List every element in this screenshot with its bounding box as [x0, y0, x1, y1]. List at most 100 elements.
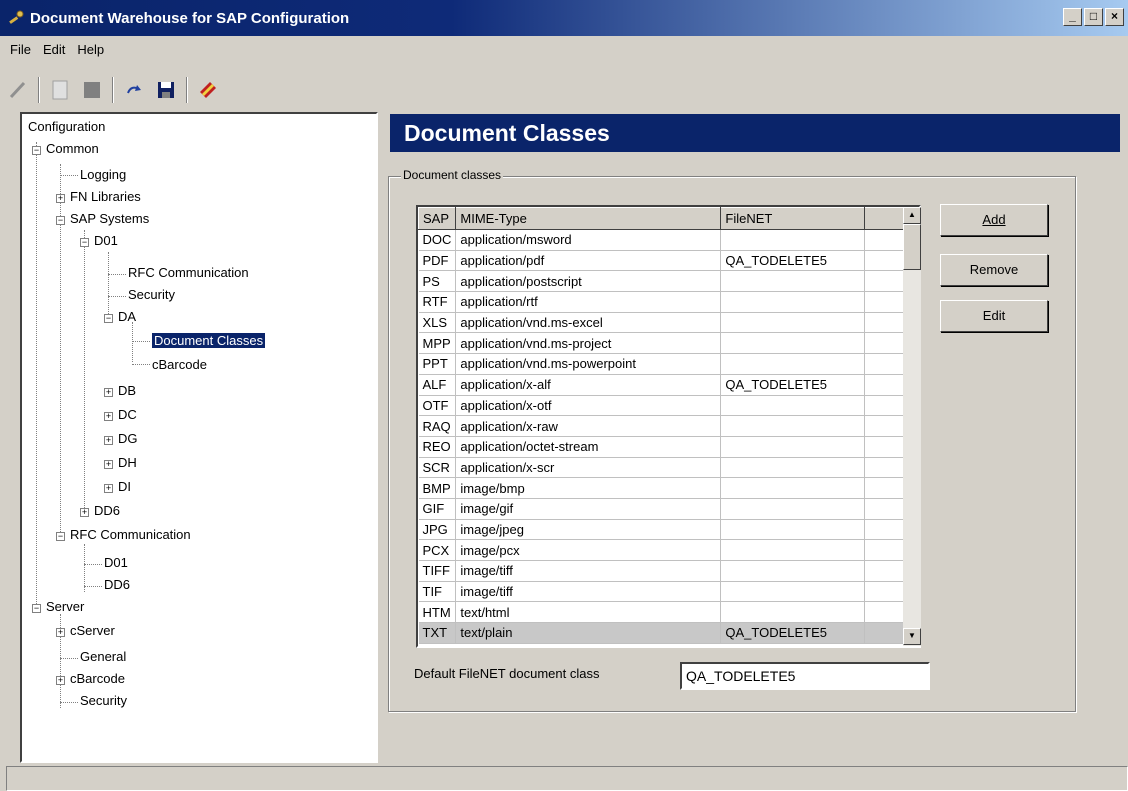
table-row[interactable]: BMP image/bmp — [418, 477, 906, 499]
expand-toggle[interactable]: + — [104, 484, 113, 493]
cell-mime-type[interactable]: application/postscript — [455, 270, 722, 293]
column-header-mime-type[interactable]: MIME-Type — [455, 207, 722, 230]
menu-help[interactable]: Help — [77, 42, 104, 64]
cell-sap[interactable]: ALF — [418, 374, 457, 396]
scroll-thumb[interactable] — [903, 224, 921, 270]
cell-sap[interactable]: XLS — [418, 312, 457, 334]
tree-node-da[interactable]: DA — [118, 306, 136, 328]
cell-filenet[interactable] — [720, 291, 866, 313]
tree-node-cserver[interactable]: cServer — [70, 620, 115, 642]
cell-sap[interactable]: BMP — [418, 477, 457, 499]
cell-filenet[interactable] — [720, 332, 866, 355]
cell-filenet[interactable]: QA_TODELETE5 — [720, 374, 866, 396]
table-row[interactable]: PPT application/vnd.ms-powerpoint — [418, 353, 906, 375]
scroll-down-arrow-icon[interactable]: ▼ — [903, 628, 921, 645]
cell-empty[interactable] — [864, 332, 906, 355]
cell-empty[interactable] — [864, 581, 906, 603]
tree-node-server-cbarcode[interactable]: cBarcode — [70, 668, 125, 690]
cell-mime-type[interactable]: image/jpeg — [455, 519, 722, 541]
table-row[interactable]: PCX image/pcx — [418, 539, 906, 561]
cell-mime-type[interactable]: text/plain — [455, 622, 722, 644]
cell-filenet[interactable] — [720, 270, 866, 293]
cell-empty[interactable] — [864, 415, 906, 437]
pencil-icon[interactable] — [6, 78, 30, 102]
cell-mime-type[interactable]: application/x-otf — [455, 395, 722, 417]
cell-mime-type[interactable]: application/pdf — [455, 250, 722, 272]
tree-node-cbarcode[interactable]: cBarcode — [152, 354, 207, 376]
cell-empty[interactable] — [864, 601, 906, 624]
cell-mime-type[interactable]: application/x-scr — [455, 457, 722, 479]
cell-filenet[interactable] — [720, 539, 866, 561]
cell-filenet[interactable]: QA_TODELETE5 — [720, 622, 866, 644]
tree-node-sap-systems[interactable]: SAP Systems — [70, 208, 149, 230]
tree-node-dd6[interactable]: DD6 — [94, 500, 120, 522]
tree-node-rfc-d01[interactable]: D01 — [104, 552, 128, 574]
cell-empty[interactable] — [864, 374, 906, 396]
cell-filenet[interactable]: QA_TODELETE5 — [720, 250, 866, 272]
cell-empty[interactable] — [864, 457, 906, 479]
collapse-toggle[interactable]: − — [104, 314, 113, 323]
scroll-up-arrow-icon[interactable]: ▲ — [903, 207, 921, 224]
cell-filenet[interactable] — [720, 457, 866, 479]
cell-filenet[interactable] — [720, 601, 866, 624]
cell-empty[interactable] — [864, 291, 906, 313]
cell-mime-type[interactable]: image/pcx — [455, 539, 722, 561]
table-row[interactable]: ALF application/x-alf QA_TODELETE5 — [418, 374, 906, 396]
expand-toggle[interactable]: + — [56, 628, 65, 637]
cell-filenet[interactable] — [720, 477, 866, 499]
column-header-empty[interactable] — [864, 207, 906, 230]
cell-empty[interactable] — [864, 229, 906, 251]
tree-node-dg[interactable]: DG — [118, 428, 138, 450]
expand-toggle[interactable]: + — [104, 388, 113, 397]
table-row[interactable]: HTM text/html — [418, 601, 906, 624]
table-row[interactable]: TIFF image/tiff — [418, 560, 906, 582]
table-row[interactable]: MPP application/vnd.ms-project — [418, 332, 906, 355]
add-button[interactable]: Add — [940, 204, 1048, 236]
collapse-toggle[interactable]: − — [56, 532, 65, 541]
tree-node-di[interactable]: DI — [118, 476, 131, 498]
tree-node-common[interactable]: Common — [46, 138, 99, 160]
table-row[interactable]: SCR application/x-scr — [418, 457, 906, 479]
table-row[interactable]: JPG image/jpeg — [418, 519, 906, 541]
cell-mime-type[interactable]: application/x-raw — [455, 415, 722, 437]
table-row[interactable]: TIF image/tiff — [418, 581, 906, 603]
minimize-button[interactable]: _ — [1063, 8, 1082, 26]
cell-filenet[interactable] — [720, 229, 866, 251]
cell-sap[interactable]: REO — [418, 436, 457, 458]
remove-button[interactable]: Remove — [940, 254, 1048, 286]
table-row[interactable]: GIF image/gif — [418, 498, 906, 520]
cell-sap[interactable]: OTF — [418, 395, 457, 417]
table-row[interactable]: PS application/postscript — [418, 270, 906, 293]
cell-filenet[interactable] — [720, 498, 866, 520]
close-button[interactable]: × — [1105, 8, 1124, 26]
cell-filenet[interactable] — [720, 519, 866, 541]
maximize-button[interactable]: □ — [1084, 8, 1103, 26]
cell-empty[interactable] — [864, 270, 906, 293]
cell-mime-type[interactable]: image/gif — [455, 498, 722, 520]
cell-sap[interactable]: MPP — [418, 332, 457, 355]
cell-sap[interactable]: RTF — [418, 291, 457, 313]
expand-toggle[interactable]: + — [56, 676, 65, 685]
default-class-input[interactable]: QA_TODELETE5 — [680, 662, 930, 690]
table-row[interactable]: OTF application/x-otf — [418, 395, 906, 417]
cell-sap[interactable]: HTM — [418, 601, 457, 624]
cell-filenet[interactable] — [720, 581, 866, 603]
cell-empty[interactable] — [864, 312, 906, 334]
cell-filenet[interactable] — [720, 312, 866, 334]
cell-mime-type[interactable]: application/rtf — [455, 291, 722, 313]
cell-sap[interactable]: GIF — [418, 498, 457, 520]
cell-empty[interactable] — [864, 519, 906, 541]
cell-mime-type[interactable]: text/html — [455, 601, 722, 624]
tree-node-rfc-dd6[interactable]: DD6 — [104, 574, 130, 596]
edit-button[interactable]: Edit — [940, 300, 1048, 332]
tree-node-general[interactable]: General — [80, 646, 126, 668]
tree-node-dc[interactable]: DC — [118, 404, 137, 426]
tree-node-fn-libraries[interactable]: FN Libraries — [70, 186, 141, 208]
cell-sap[interactable]: TXT — [418, 622, 457, 644]
tree-node-dh[interactable]: DH — [118, 452, 137, 474]
cell-filenet[interactable] — [720, 436, 866, 458]
cell-mime-type[interactable]: image/tiff — [455, 581, 722, 603]
tree-node-server-security[interactable]: Security — [80, 690, 127, 712]
table-row[interactable]: DOC application/msword — [418, 229, 906, 251]
table-row[interactable]: RAQ application/x-raw — [418, 415, 906, 437]
